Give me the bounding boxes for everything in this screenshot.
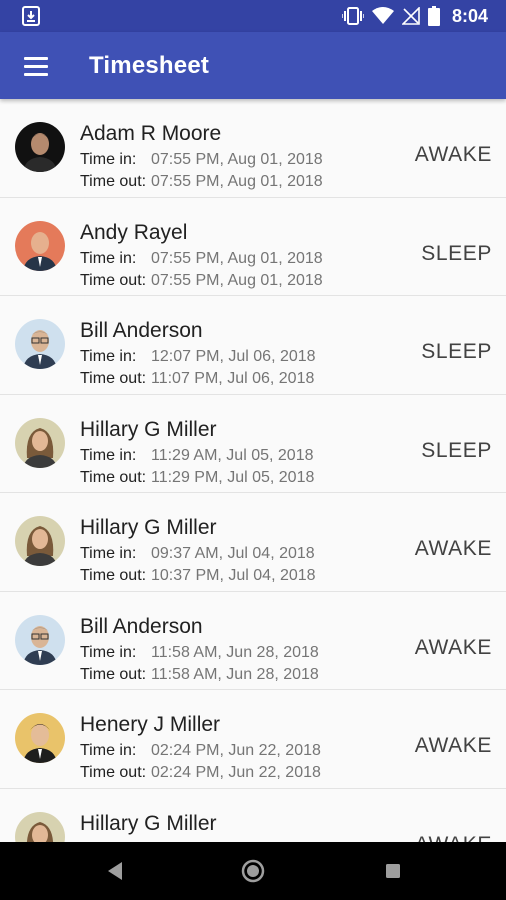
time-in-value: 07:55 PM, Aug 01, 2018 bbox=[151, 151, 323, 168]
vibrate-icon bbox=[341, 7, 364, 25]
time-out-label: Time out: bbox=[80, 764, 147, 781]
list-item[interactable]: Henery J Miller Time in: 02:24 PM, Jun 22… bbox=[0, 690, 506, 789]
status-label: AWAKE bbox=[414, 143, 492, 166]
time-in: Time in: 11:29 AM, Jul 05, 2018 bbox=[80, 447, 313, 465]
list-item[interactable]: Bill Anderson Time in: 11:58 AM, Jun 28, … bbox=[0, 592, 506, 690]
time-in: Time in: 07:55 PM, Aug 01, 2018 bbox=[80, 250, 323, 268]
time-out-label: Time out: bbox=[80, 468, 147, 486]
navigation-bar bbox=[0, 842, 506, 900]
status-label: AWAKE bbox=[414, 537, 492, 560]
time-out-value: 07:55 PM, Aug 01, 2018 bbox=[151, 271, 323, 289]
back-icon[interactable] bbox=[100, 856, 130, 886]
time-in-label: Time in: bbox=[80, 446, 137, 464]
status-bar: 8:04 bbox=[0, 0, 506, 32]
wifi-icon bbox=[371, 7, 394, 24]
avatar bbox=[15, 220, 65, 271]
employee-name: Bill Anderson bbox=[80, 319, 203, 342]
time-out-value: 07:55 PM, Aug 01, 2018 bbox=[151, 173, 323, 190]
time-out: Time out: 10:37 PM, Jul 04, 2018 bbox=[80, 567, 316, 585]
employee-name: Henery J Miller bbox=[80, 713, 221, 736]
time-in-label: Time in: bbox=[80, 643, 137, 661]
time-out: Time out: 11:07 PM, Jul 06, 2018 bbox=[80, 370, 314, 388]
no-signal-icon bbox=[401, 7, 420, 25]
recents-icon[interactable] bbox=[378, 856, 408, 886]
avatar bbox=[15, 614, 65, 665]
list-item[interactable]: Andy Rayel Time in: 07:55 PM, Aug 01, 201… bbox=[0, 198, 506, 296]
avatar bbox=[15, 516, 65, 566]
time-in-label: Time in: bbox=[80, 151, 137, 168]
status-time: 8:04 bbox=[451, 5, 488, 26]
status-label: AWAKE bbox=[414, 635, 492, 659]
time-out: Time out: 11:29 PM, Jul 05, 2018 bbox=[80, 469, 314, 487]
status-label: AWAKE bbox=[414, 734, 492, 757]
time-in: Time in: 11:58 AM, Jun 28, 2018 bbox=[80, 644, 319, 662]
time-in-value: 12:07 PM, Jul 06, 2018 bbox=[151, 348, 316, 365]
status-label: SLEEP bbox=[421, 340, 492, 363]
list-item[interactable]: Hillary G Miller AWAKE bbox=[0, 789, 506, 843]
time-in: Time in: 02:24 PM, Jun 22, 2018 bbox=[80, 742, 321, 760]
app-bar: Timesheet bbox=[0, 32, 506, 99]
time-in: Time in: 12:07 PM, Jul 06, 2018 bbox=[80, 348, 316, 366]
time-out-value: 10:37 PM, Jul 04, 2018 bbox=[151, 567, 316, 584]
time-in-label: Time in: bbox=[80, 249, 137, 267]
avatar bbox=[15, 319, 65, 369]
page-title: Timesheet bbox=[89, 52, 210, 79]
time-out-value: 11:58 AM, Jun 28, 2018 bbox=[151, 665, 319, 683]
time-out-label: Time out: bbox=[80, 665, 147, 683]
list-item[interactable]: Hillary G Miller Time in: 11:29 AM, Jul 0… bbox=[0, 395, 506, 493]
time-in-value: 07:55 PM, Aug 01, 2018 bbox=[151, 249, 323, 267]
list-item[interactable]: Hillary G Miller Time in: 09:37 AM, Jul 0… bbox=[0, 493, 506, 592]
time-in-label: Time in: bbox=[80, 348, 137, 365]
time-in-value: 11:58 AM, Jun 28, 2018 bbox=[151, 643, 319, 661]
time-out: Time out: 11:58 AM, Jun 28, 2018 bbox=[80, 666, 319, 684]
time-out-value: 11:07 PM, Jul 06, 2018 bbox=[151, 370, 315, 387]
time-in-value: 11:29 AM, Jul 05, 2018 bbox=[151, 446, 314, 464]
time-in-label: Time in: bbox=[80, 742, 137, 759]
time-out: Time out: 07:55 PM, Aug 01, 2018 bbox=[80, 173, 323, 191]
home-icon[interactable] bbox=[238, 856, 268, 886]
download-icon bbox=[22, 6, 40, 26]
list-item[interactable]: Bill Anderson Time in: 12:07 PM, Jul 06, … bbox=[0, 296, 506, 395]
hamburger-menu-icon[interactable] bbox=[14, 44, 58, 88]
timesheet-list[interactable]: Adam R Moore Time in: 07:55 PM, Aug 01, 2… bbox=[0, 99, 506, 842]
status-label: AWAKE bbox=[415, 833, 492, 843]
status-label: SLEEP bbox=[421, 438, 492, 462]
employee-name: Adam R Moore bbox=[80, 122, 222, 145]
time-out-label: Time out: bbox=[80, 173, 147, 190]
battery-icon bbox=[427, 6, 440, 26]
time-in: Time in: 09:37 AM, Jul 04, 2018 bbox=[80, 545, 315, 563]
employee-name: Bill Anderson bbox=[80, 614, 203, 638]
avatar bbox=[15, 713, 65, 763]
employee-name: Hillary G Miller bbox=[80, 811, 217, 835]
time-in-value: 02:24 PM, Jun 22, 2018 bbox=[151, 742, 321, 759]
avatar bbox=[15, 811, 65, 842]
status-label: SLEEP bbox=[421, 241, 492, 265]
employee-name: Andy Rayel bbox=[80, 220, 188, 244]
time-out-value: 11:29 PM, Jul 05, 2018 bbox=[151, 468, 315, 486]
time-out-value: 02:24 PM, Jun 22, 2018 bbox=[151, 764, 321, 781]
employee-name: Hillary G Miller bbox=[80, 417, 217, 441]
time-out: Time out: 07:55 PM, Aug 01, 2018 bbox=[80, 272, 323, 290]
time-out-label: Time out: bbox=[80, 370, 147, 387]
employee-name: Hillary G Miller bbox=[80, 516, 217, 539]
time-in: Time in: 07:55 PM, Aug 01, 2018 bbox=[80, 151, 323, 169]
time-in-label: Time in: bbox=[80, 545, 137, 562]
time-out-label: Time out: bbox=[80, 271, 147, 289]
time-out-label: Time out: bbox=[80, 567, 147, 584]
avatar bbox=[15, 417, 65, 468]
list-item[interactable]: Adam R Moore Time in: 07:55 PM, Aug 01, 2… bbox=[0, 99, 506, 198]
time-out: Time out: 02:24 PM, Jun 22, 2018 bbox=[80, 764, 321, 782]
avatar bbox=[15, 122, 65, 172]
time-in-value: 09:37 AM, Jul 04, 2018 bbox=[151, 545, 315, 562]
